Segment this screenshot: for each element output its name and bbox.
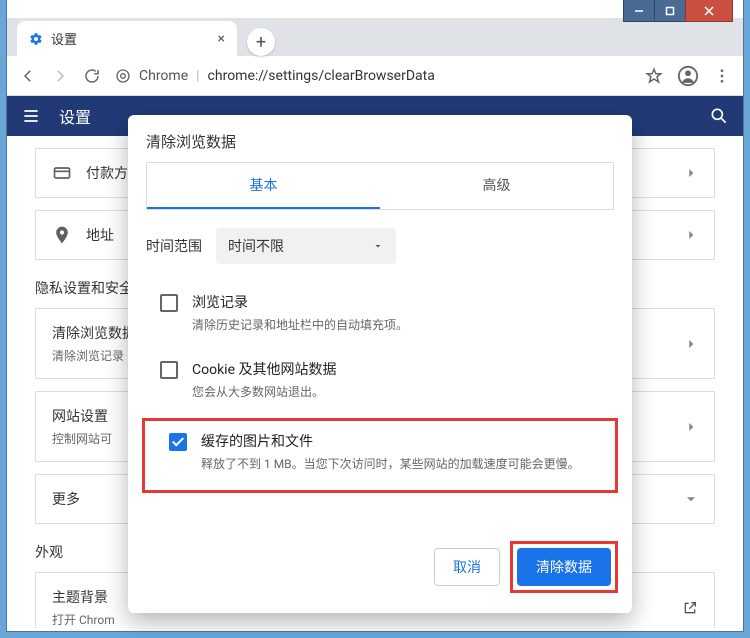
window-minimize-button[interactable]: [623, 0, 655, 22]
nav-back-button[interactable]: [19, 67, 37, 85]
time-range-label: 时间范围: [146, 236, 202, 256]
tab-close-icon[interactable]: ×: [218, 31, 225, 47]
clear-data-button[interactable]: 清除数据: [517, 548, 611, 586]
location-icon: [52, 225, 72, 245]
browser-tab-settings[interactable]: 设置 ×: [17, 21, 237, 56]
tab-strip: 设置 × +: [7, 18, 743, 56]
address-prefix: Chrome: [139, 68, 188, 84]
chevron-right-icon: [684, 228, 698, 242]
time-range-value: 时间不限: [228, 236, 284, 256]
new-tab-button[interactable]: +: [247, 28, 275, 56]
cancel-button[interactable]: 取消: [434, 548, 500, 586]
window-titlebar: [624, 0, 733, 22]
clear-data-dialog: 清除浏览数据 基本 高级 时间范围 时间不限 浏览记录 清除历史记录和地址栏中的…: [128, 115, 632, 613]
profile-icon[interactable]: [677, 65, 699, 87]
time-range-row: 时间范围 时间不限: [128, 210, 632, 282]
option-cookies[interactable]: Cookie 及其他网站数据 您会从大多数网站退出。: [128, 349, 632, 416]
option-cached-images[interactable]: 缓存的图片和文件 释放了不到 1 MB。当您下次访问时，某些网站的加载速度可能会…: [151, 425, 609, 486]
chevron-right-icon: [684, 166, 698, 180]
window-maximize-button[interactable]: [654, 0, 686, 22]
highlight-box-cache: 缓存的图片和文件 释放了不到 1 MB。当您下次访问时，某些网站的加载速度可能会…: [142, 418, 618, 493]
dialog-title: 清除浏览数据: [128, 115, 632, 162]
gear-icon: [29, 32, 43, 46]
tab-title: 设置: [51, 29, 218, 48]
row-label: 地址: [86, 225, 114, 245]
credit-card-icon: [52, 163, 72, 183]
option-browsing-history[interactable]: 浏览记录 清除历史记录和地址栏中的自动填充项。: [128, 282, 632, 349]
checkbox[interactable]: [169, 433, 187, 451]
dropdown-icon: [372, 240, 384, 252]
search-icon[interactable]: [709, 106, 729, 126]
nav-forward-button[interactable]: [51, 67, 69, 85]
address-field[interactable]: Chrome | chrome://settings/clearBrowserD…: [115, 68, 631, 84]
dialog-footer: 取消 清除数据: [128, 529, 632, 613]
settings-title: 设置: [59, 104, 91, 128]
external-link-icon: [682, 600, 698, 616]
chevron-down-icon: [684, 492, 698, 506]
checkbox[interactable]: [160, 294, 178, 312]
highlight-box-confirm: 清除数据: [510, 541, 618, 593]
hamburger-icon[interactable]: [21, 106, 41, 126]
star-icon[interactable]: [645, 67, 663, 85]
window-close-button[interactable]: [685, 0, 733, 22]
tab-advanced[interactable]: 高级: [380, 163, 613, 209]
kebab-menu-icon[interactable]: [713, 67, 731, 85]
chevron-right-icon: [684, 420, 698, 434]
dialog-tabs: 基本 高级: [146, 162, 614, 210]
checkbox[interactable]: [160, 361, 178, 379]
nav-reload-button[interactable]: [83, 67, 101, 85]
chrome-icon: [115, 68, 131, 84]
address-url: chrome://settings/clearBrowserData: [208, 68, 435, 84]
tab-basic[interactable]: 基本: [147, 163, 380, 209]
address-bar: Chrome | chrome://settings/clearBrowserD…: [7, 56, 743, 96]
time-range-select[interactable]: 时间不限: [216, 228, 396, 264]
chevron-right-icon: [684, 337, 698, 351]
